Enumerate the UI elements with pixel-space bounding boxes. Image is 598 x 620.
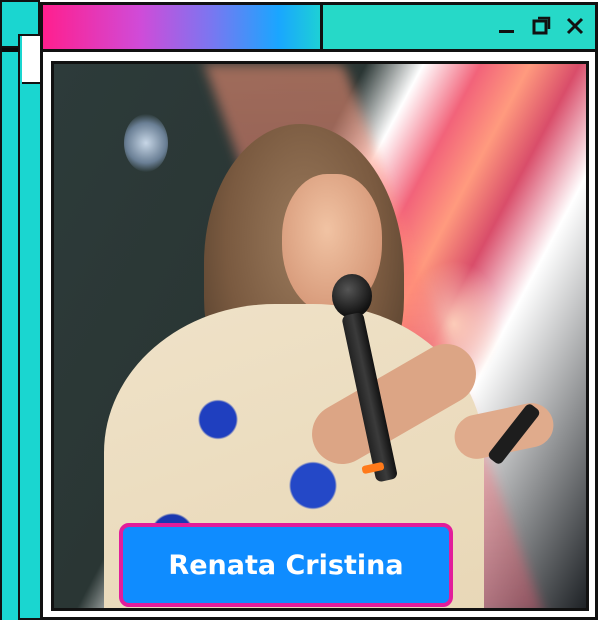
minimize-button[interactable] <box>495 13 519 39</box>
window-titlebar[interactable] <box>43 5 595 52</box>
titlebar-gradient <box>43 5 323 49</box>
close-button[interactable] <box>563 13 587 39</box>
speaker-name: Renata Cristina <box>168 549 404 581</box>
name-badge: Renata Cristina <box>119 523 453 607</box>
microphone-head <box>332 274 372 318</box>
microphone <box>332 274 399 484</box>
titlebar-teal-section <box>323 5 595 49</box>
main-window: Renata Cristina <box>40 2 598 620</box>
close-icon <box>566 17 584 35</box>
minimize-icon <box>499 30 514 33</box>
window-controls <box>495 13 587 39</box>
restore-button[interactable] <box>529 13 553 39</box>
restore-icon <box>532 16 551 35</box>
bokeh-light <box>124 114 168 172</box>
